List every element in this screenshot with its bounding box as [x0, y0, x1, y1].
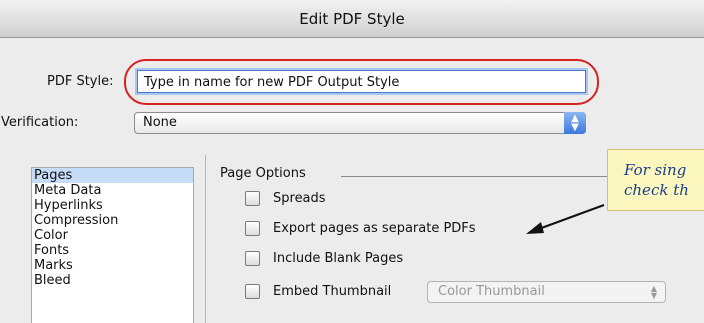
sidebar-item-hyperlinks[interactable]: Hyperlinks	[32, 198, 193, 213]
sidebar-item-pages[interactable]: Pages	[32, 168, 193, 183]
export-separate-label: Export pages as separate PDFs	[273, 221, 476, 236]
thumbnail-type-select[interactable]: Color Thumbnail ▲ ▼	[427, 281, 666, 303]
page-options-rule	[341, 176, 624, 177]
export-separate-option[interactable]: Export pages as separate PDFs	[245, 221, 476, 236]
verification-select[interactable]: None ▲ ▼	[134, 112, 586, 134]
pdf-style-label: PDF Style:	[47, 74, 114, 89]
spreads-checkbox[interactable]	[245, 191, 260, 206]
annotation-callout: For sing check th	[607, 149, 704, 211]
sidebar-item-bleed[interactable]: Bleed	[32, 273, 193, 288]
embed-thumbnail-option[interactable]: Embed Thumbnail	[245, 284, 391, 299]
export-separate-checkbox[interactable]	[245, 221, 260, 236]
select-stepper-icon: ▲ ▼	[564, 112, 586, 134]
verification-select-value: None	[143, 115, 177, 130]
window-title: Edit PDF Style	[299, 9, 405, 28]
callout-line-1: For sing	[624, 161, 687, 179]
spreads-label: Spreads	[273, 191, 326, 206]
blank-pages-label: Include Blank Pages	[273, 251, 404, 266]
edit-pdf-style-dialog: Edit PDF Style PDF Style: Type in name f…	[0, 0, 704, 323]
thumbnail-stepper-icon: ▲ ▼	[650, 284, 658, 300]
embed-thumbnail-label: Embed Thumbnail	[273, 284, 392, 299]
blank-pages-checkbox[interactable]	[245, 251, 260, 266]
annotation-highlight-ring	[124, 59, 599, 105]
thumbnail-type-value: Color Thumbnail	[438, 284, 545, 299]
sidebar-item-fonts[interactable]: Fonts	[32, 243, 193, 258]
category-list[interactable]: Pages Meta Data Hyperlinks Compression C…	[31, 167, 194, 323]
sidebar-item-color[interactable]: Color	[32, 228, 193, 243]
spreads-option[interactable]: Spreads	[245, 191, 326, 206]
panel-divider	[205, 155, 206, 323]
verification-label: Verification:	[1, 115, 79, 130]
embed-thumbnail-checkbox[interactable]	[245, 284, 260, 299]
sidebar-item-meta-data[interactable]: Meta Data	[32, 183, 193, 198]
callout-line-2: check th	[624, 181, 689, 199]
blank-pages-option[interactable]: Include Blank Pages	[245, 251, 403, 266]
sidebar-item-marks[interactable]: Marks	[32, 258, 193, 273]
sidebar-item-compression[interactable]: Compression	[32, 213, 193, 228]
window-titlebar: Edit PDF Style	[0, 0, 704, 38]
page-options-title: Page Options	[220, 166, 306, 181]
